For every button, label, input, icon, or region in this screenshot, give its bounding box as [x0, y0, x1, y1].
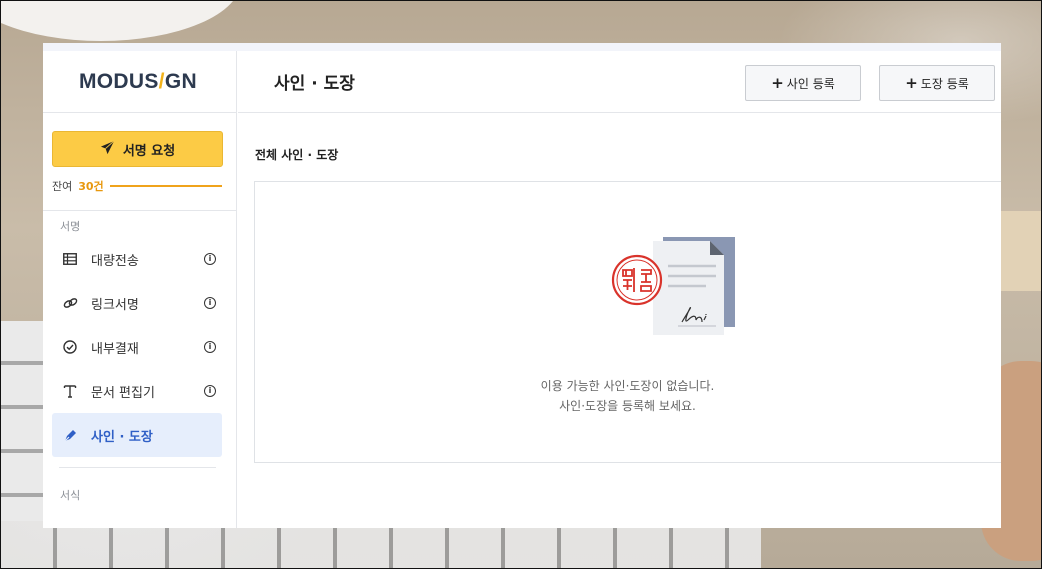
info-icon[interactable]: i — [204, 253, 216, 265]
app-window: MODUS / GN 서명 요청 잔여 30건 서명 대량전송 i 링크서명 i… — [43, 43, 1001, 528]
empty-message-line2: 사인·도장을 등록해 보세요. — [559, 399, 696, 413]
sidebar-item-label: 사인 · 도장 — [91, 429, 153, 445]
background-keyboard-left — [1, 321, 43, 521]
logo-text-right: GN — [164, 69, 197, 93]
background-bowl — [1, 1, 241, 41]
empty-state-message: 이용 가능한 사인·도장이 없습니다. 사인·도장을 등록해 보세요. — [255, 376, 1000, 416]
info-icon[interactable]: i — [204, 385, 216, 397]
info-icon[interactable]: i — [204, 341, 216, 353]
plus-icon: + — [771, 73, 784, 92]
remaining-count: 30건 — [78, 180, 104, 193]
background-keyboard — [1, 521, 761, 568]
sidebar: MODUS / GN 서명 요청 잔여 30건 서명 대량전송 i 링크서명 i… — [43, 51, 237, 528]
sidebar-item-label: 내부결재 — [91, 341, 139, 357]
logo[interactable]: MODUS / GN — [43, 51, 236, 113]
plus-icon: + — [905, 73, 918, 92]
sidebar-item-sign-stamp[interactable]: 사인 · 도장 — [52, 413, 222, 457]
add-sign-button[interactable]: + 사인 등록 — [745, 65, 861, 101]
pen-icon — [62, 427, 78, 443]
sign-request-label: 서명 요청 — [122, 143, 176, 159]
text-icon — [62, 383, 78, 399]
sidebar-item-label: 링크서명 — [91, 297, 139, 313]
section-label-sign: 서명 — [60, 220, 81, 233]
logo-text-left: MODUS — [79, 69, 159, 93]
info-icon[interactable]: i — [204, 297, 216, 309]
sidebar-item-cut-off[interactable] — [61, 527, 221, 528]
section-label-form: 서식 — [60, 489, 81, 502]
sidebar-item-internal-approval[interactable]: 내부결재 i — [52, 325, 222, 369]
background-stamp — [1001, 211, 1041, 291]
top-bar: 사인 · 도장 + 사인 등록 + 도장 등록 — [238, 51, 1001, 113]
link-icon — [62, 295, 78, 311]
page-title: 사인 · 도장 — [274, 74, 355, 94]
check-circle-icon — [62, 339, 78, 355]
sidebar-item-document-editor[interactable]: 문서 편집기 i — [52, 369, 222, 413]
add-sign-label: 사인 등록 — [786, 76, 835, 91]
sidebar-item-bulk-send[interactable]: 대량전송 i — [52, 237, 222, 281]
remaining-label: 잔여 — [52, 180, 73, 193]
add-stamp-button[interactable]: + 도장 등록 — [879, 65, 995, 101]
empty-state-panel: 이용 가능한 사인·도장이 없습니다. 사인·도장을 등록해 보세요. — [254, 181, 1001, 463]
sidebar-item-label: 문서 편집기 — [91, 385, 155, 401]
remaining-quota: 잔여 30건 — [52, 178, 222, 194]
sidebar-item-label: 대량전송 — [91, 253, 139, 269]
section-title: 전체 사인 · 도장 — [255, 148, 339, 162]
add-stamp-label: 도장 등록 — [920, 76, 969, 91]
sign-request-button[interactable]: 서명 요청 — [52, 131, 223, 167]
empty-message-line1: 이용 가능한 사인·도장이 없습니다. — [540, 379, 715, 393]
sign-stamp-illustration — [610, 236, 740, 336]
remaining-bar — [109, 185, 222, 187]
main-content: 사인 · 도장 + 사인 등록 + 도장 등록 전체 사인 · 도장 이용 가능… — [238, 51, 1001, 528]
paper-plane-icon — [100, 140, 115, 159]
table-icon — [62, 251, 78, 267]
sidebar-item-link-sign[interactable]: 링크서명 i — [52, 281, 222, 325]
